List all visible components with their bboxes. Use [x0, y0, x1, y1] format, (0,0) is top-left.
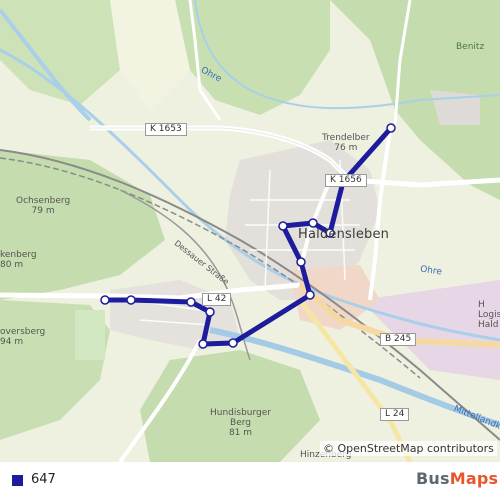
bus-stop-marker[interactable]: [308, 218, 318, 228]
road-shield-k1656: K 1656: [325, 174, 367, 187]
logo-text-bus: Bus: [416, 469, 450, 488]
road-shield-b245: B 245: [380, 333, 417, 346]
logo-text-maps: Maps: [449, 469, 499, 488]
bus-stop-marker[interactable]: [386, 123, 396, 133]
bus-stop-marker[interactable]: [278, 221, 288, 231]
legend-color-swatch: [12, 475, 23, 486]
bus-stop-marker[interactable]: [305, 290, 315, 300]
place-label-logistik: HLogistHald: [478, 300, 500, 330]
road-shield-k1653: K 1653: [145, 123, 187, 136]
place-label-kenberg: kenberg 80 m: [0, 250, 37, 270]
place-label-oversberg: oversberg 94 m: [0, 327, 46, 347]
bus-stop-marker[interactable]: [198, 339, 208, 349]
map-canvas[interactable]: Trendelber 76 m Haldensleben Ochsenberg 79…: [0, 0, 500, 462]
bus-stop-marker[interactable]: [100, 295, 110, 305]
place-label-ochsenberg: Ochsenberg 79 m: [16, 196, 71, 216]
place-label-haldensleben: Haldensleben: [298, 227, 390, 242]
bus-route-layer: [100, 123, 396, 349]
map-attribution[interactable]: © OpenStreetMap contributors: [320, 441, 497, 456]
bus-stop-marker[interactable]: [228, 338, 238, 348]
place-label-hundisburger-berg: Hundisburger Berg 81 m: [210, 408, 271, 438]
road-shield-l24: L 24: [380, 408, 410, 421]
bus-stop-marker[interactable]: [186, 297, 196, 307]
bus-stop-marker[interactable]: [296, 257, 306, 267]
legend-line-label: 647: [31, 472, 56, 487]
bus-stop-marker[interactable]: [205, 307, 215, 317]
bus-stop-marker[interactable]: [126, 295, 136, 305]
busmaps-logo[interactable]: BusMaps: [416, 469, 498, 488]
place-label-trendelberg: Trendelber 76 m: [322, 133, 370, 153]
place-label-benitz: Benitz: [456, 42, 485, 52]
road-shield-l42: L 42: [202, 293, 232, 306]
